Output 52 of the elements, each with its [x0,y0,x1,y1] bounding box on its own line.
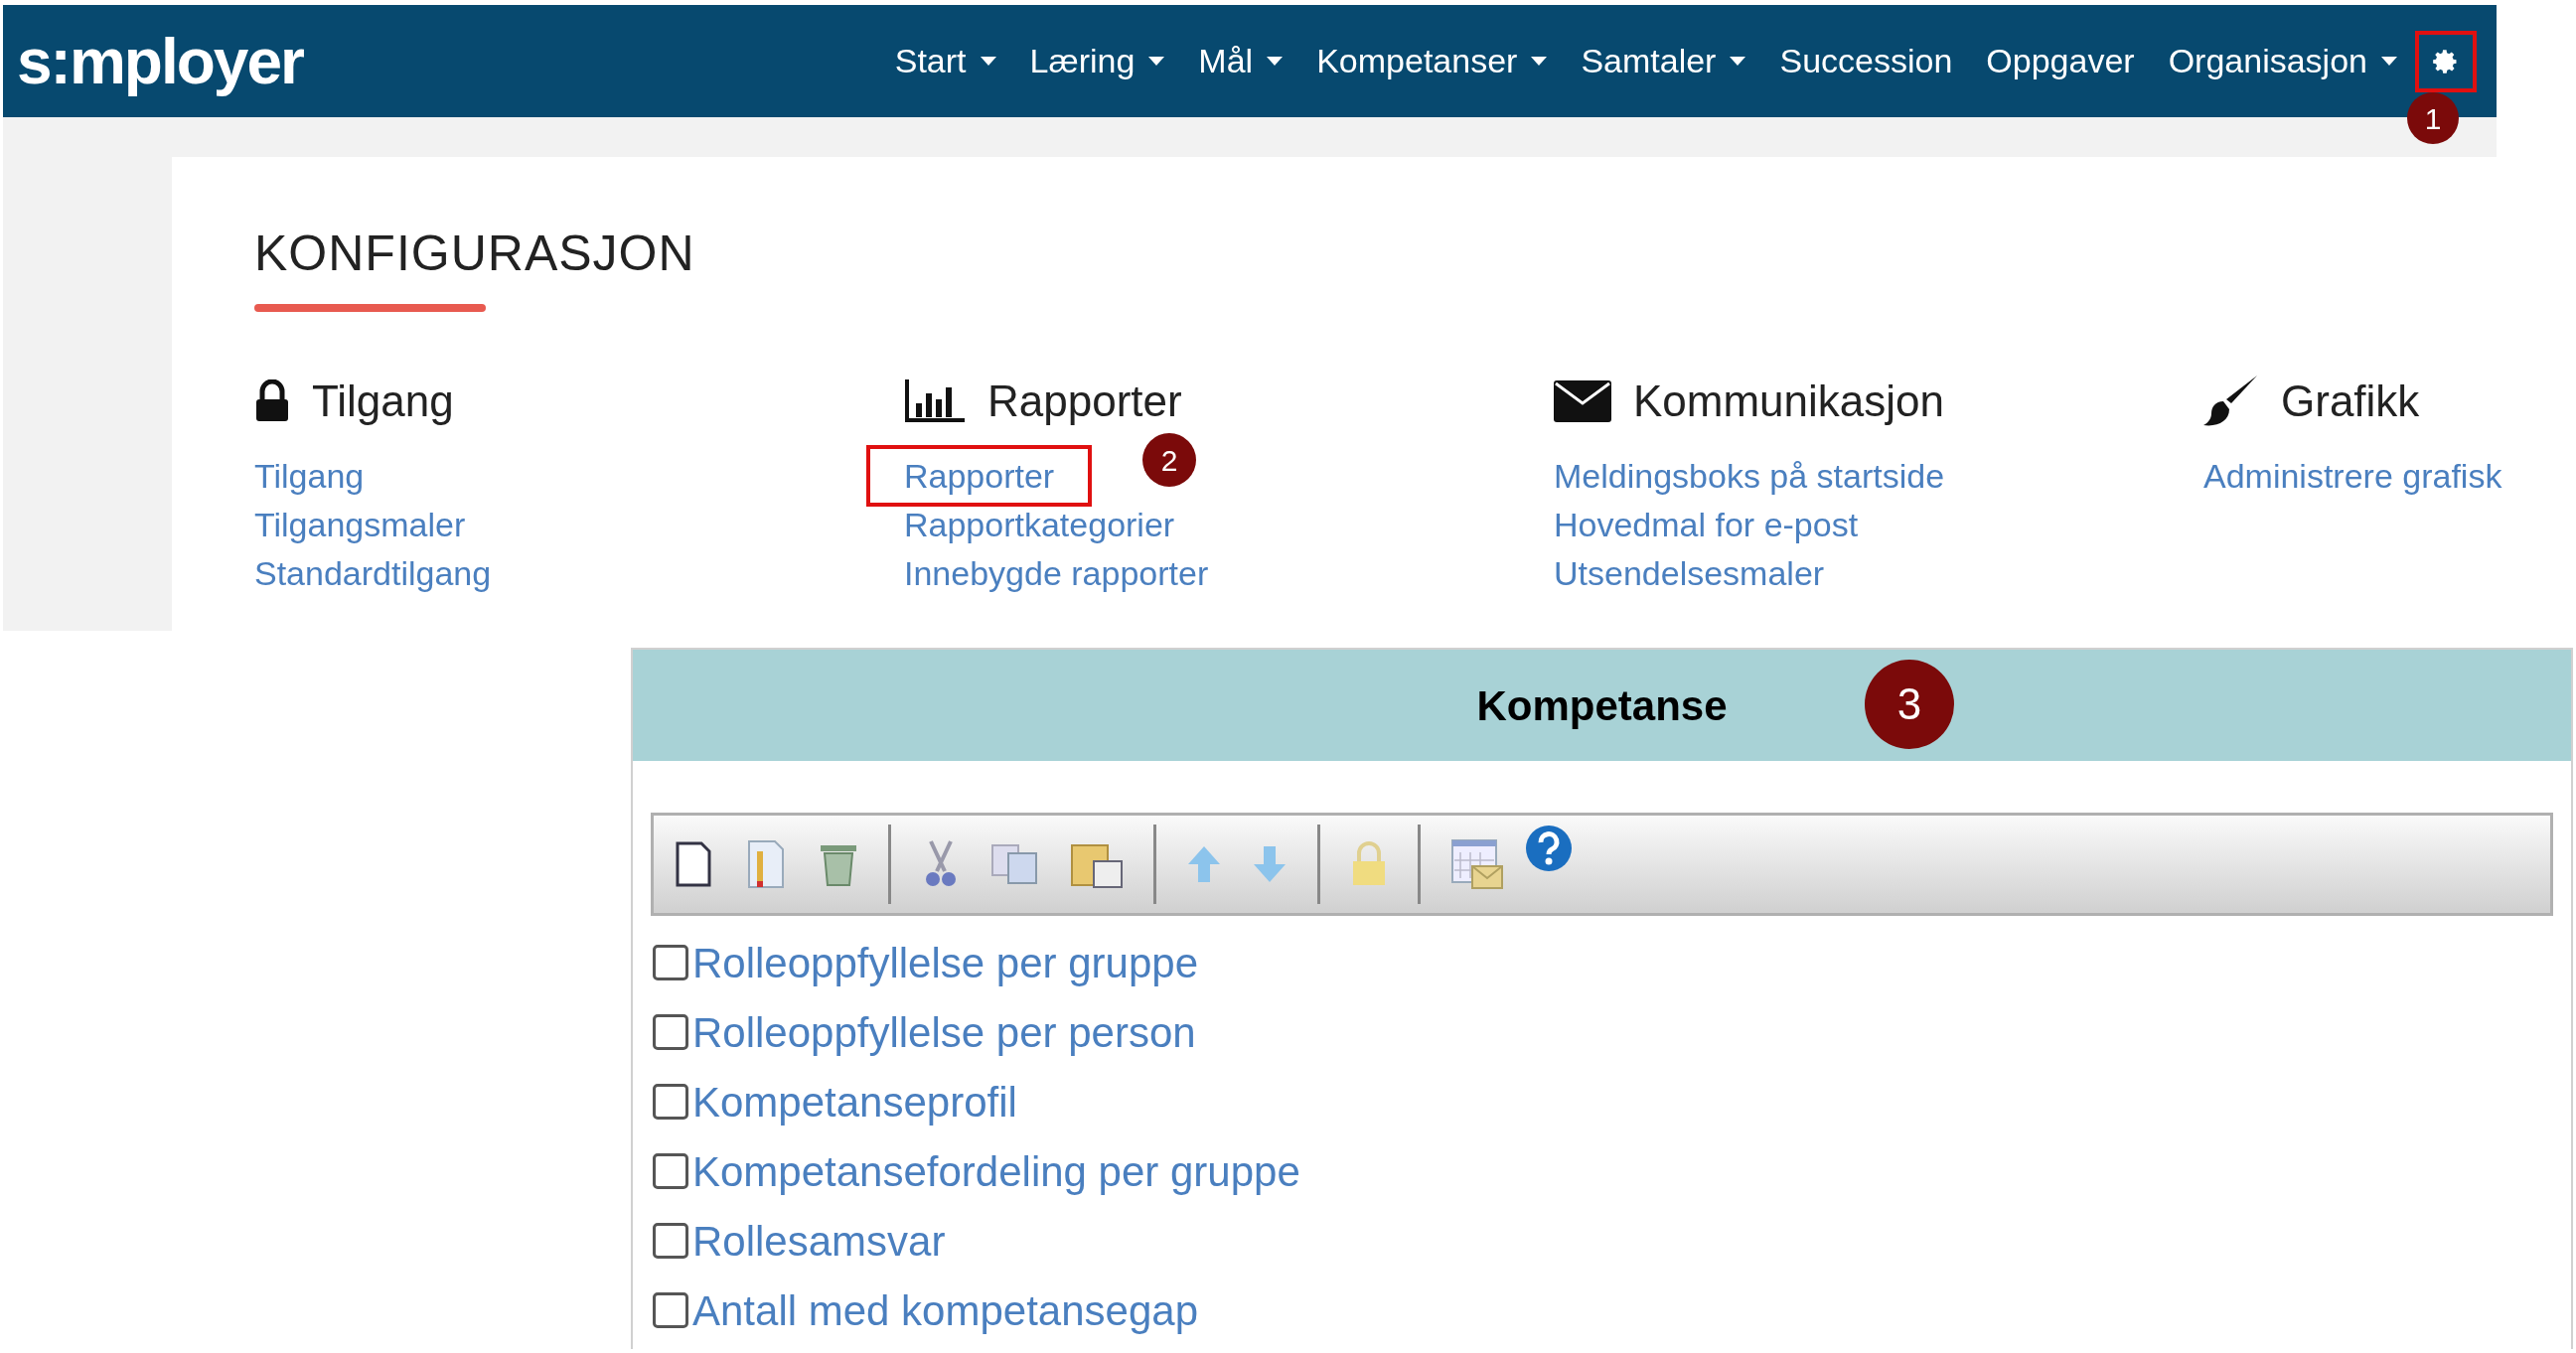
nav-menu-item[interactable]: Kompetanser [1316,36,1548,86]
bar-chart-icon [904,379,966,423]
report-link[interactable]: Kompetanseprofil [692,1070,1017,1133]
callout-badge: 3 [1865,660,1954,749]
checkbox[interactable] [653,1292,688,1328]
report-link[interactable]: Kompetansefordeling per gruppe [692,1139,1300,1203]
checkbox[interactable] [653,1153,688,1189]
config-link[interactable]: Standardtilgang [250,551,496,594]
help-icon[interactable] [1524,824,1574,873]
new-document-icon[interactable] [674,841,713,887]
config-link[interactable]: Hovedmal for e-post [1550,503,1863,545]
nav-menu-item[interactable]: Mål [1198,36,1284,86]
caret-icon [1148,57,1165,66]
nav-menu-item[interactable]: Læring [1029,36,1165,86]
envelope-icon [1554,380,1611,422]
config-link[interactable]: Tilgangsmaler [250,503,470,545]
section-heading: Rapporter [987,376,1182,427]
report-link[interactable]: Rollesamsvar [692,1209,946,1273]
caret-icon [2381,57,2397,66]
checkbox[interactable] [653,945,688,980]
section-heading: Tilgang [312,376,454,427]
checkbox[interactable] [653,1084,688,1120]
config-link[interactable]: Innebygde rapporter [900,551,1213,594]
nav-menu-item[interactable]: Succession [1779,36,1953,86]
section-heading: Grafikk [2281,376,2420,427]
settings-button[interactable] [2415,30,2477,92]
config-link[interactable]: Tilgang [250,454,369,497]
report-link[interactable]: Rolleoppfyllelse per gruppe [692,931,1198,994]
callout-badge: 1 [2407,92,2459,144]
config-link[interactable]: Meldingsboks på startside [1550,454,1949,497]
config-link[interactable]: Rapporter [866,444,1093,507]
checkbox[interactable] [653,1223,688,1259]
config-link[interactable]: Utsendelsesmaler [1550,551,1829,594]
config-link[interactable]: Administrere grafisk [2199,454,2506,497]
panel-title: Kompetanse [1476,680,1728,731]
logo[interactable]: s:mployer [17,13,303,109]
page-title: KONFIGURASJON [254,228,696,278]
report-link[interactable]: Antall med kompetansegap [692,1278,1198,1342]
caret-icon [980,57,996,66]
caret-icon [1531,57,1548,66]
checkbox[interactable] [653,1014,688,1050]
report-link[interactable]: Rolleoppfyllelse per person [692,1000,1196,1064]
nav-menu-item[interactable]: Organisasjon [2168,36,2397,86]
settings-icon [2432,47,2460,75]
caret-icon [1730,57,1746,66]
callout-badge: 2 [1142,433,1196,487]
caret-icon [1267,57,1284,66]
section-heading: Kommunikasjon [1633,376,1945,427]
lock-icon [254,379,290,423]
nav-menu-item[interactable]: Start [894,36,996,86]
nav-menu-item[interactable]: Samtaler [1581,36,1746,86]
nav-menu-item[interactable]: Oppgaver [1986,36,2135,86]
